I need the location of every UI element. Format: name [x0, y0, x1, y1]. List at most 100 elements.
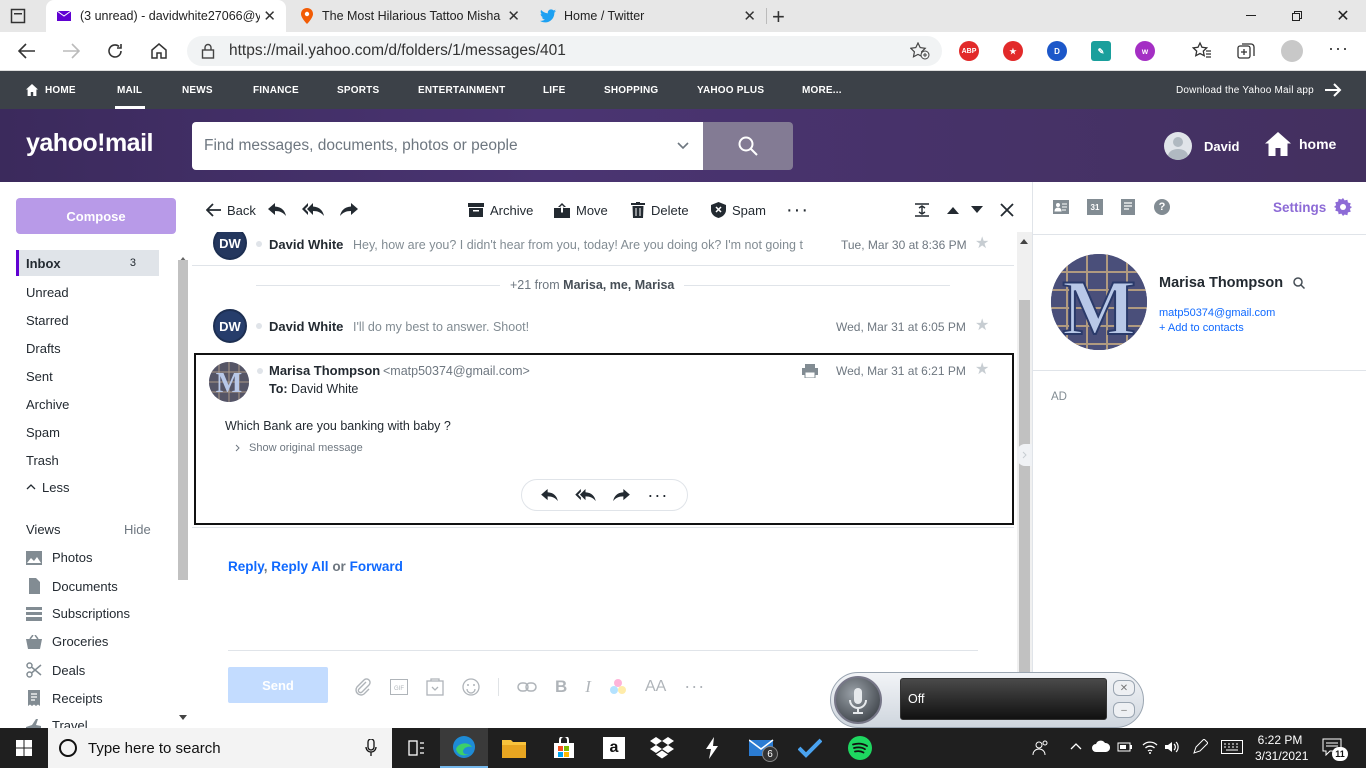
calendar-icon[interactable]: 31	[1087, 199, 1103, 215]
folder-spam[interactable]: Spam	[16, 419, 159, 445]
italic-icon[interactable]: I	[585, 677, 591, 697]
yahoo-mail-logo[interactable]: yahoo!mail	[26, 129, 153, 158]
clock[interactable]: 6:22 PM 3/31/2021	[1255, 732, 1308, 764]
user-menu[interactable]: David	[1164, 132, 1239, 160]
people-icon[interactable]	[1032, 739, 1050, 757]
nav-mail[interactable]: MAIL	[117, 71, 142, 109]
store-icon[interactable]	[540, 728, 588, 768]
font-size-icon[interactable]: AA	[645, 678, 666, 696]
adblock-extension-icon[interactable]: ABP	[959, 41, 979, 61]
folder-starred[interactable]: Starred	[16, 307, 159, 333]
more-menu-icon[interactable]: ···	[1328, 38, 1349, 59]
view-receipts[interactable]: Receipts	[26, 690, 103, 706]
star-icon[interactable]: ★	[975, 359, 989, 379]
view-deals[interactable]: Deals	[26, 662, 85, 678]
back-button[interactable]: Back	[206, 182, 256, 238]
tab-tattoo[interactable]: The Most Hilarious Tattoo Misha ✕	[290, 0, 530, 32]
reply-all-button[interactable]	[302, 182, 324, 238]
chevron-down-icon[interactable]	[677, 142, 689, 150]
profile-avatar[interactable]	[1281, 40, 1303, 62]
reply-icon[interactable]	[540, 488, 558, 502]
nav-home[interactable]: HOME	[26, 71, 76, 109]
view-travel[interactable]: Travel	[26, 718, 88, 728]
edit-extension-icon[interactable]: ✎	[1091, 41, 1111, 61]
collections-icon[interactable]	[1236, 41, 1256, 61]
send-button[interactable]: Send	[228, 667, 328, 703]
contact-email[interactable]: matp50374@gmail.com	[1159, 307, 1275, 319]
hide-views-link[interactable]: Hide	[124, 522, 151, 537]
task-view-icon[interactable]	[392, 728, 440, 768]
less-toggle[interactable]: Less	[16, 474, 159, 500]
search-button[interactable]	[703, 122, 793, 170]
tab-twitter[interactable]: Home / Twitter ✕	[530, 0, 766, 32]
favorites-icon[interactable]	[1192, 41, 1212, 61]
previous-message-icon[interactable]	[947, 182, 959, 238]
nav-sports[interactable]: SPORTS	[337, 71, 379, 109]
nav-life[interactable]: LIFE	[543, 71, 565, 109]
wifi-icon[interactable]	[1142, 739, 1158, 755]
notification-center-icon[interactable]: 11	[1322, 738, 1348, 761]
forward-icon[interactable]	[613, 488, 630, 502]
new-tab-icon[interactable]: +	[772, 4, 785, 30]
keyboard-icon[interactable]	[1221, 740, 1243, 754]
close-tab-icon[interactable]: ✕	[263, 7, 276, 25]
show-hidden-icons[interactable]	[1070, 742, 1082, 750]
nav-shopping[interactable]: SHOPPING	[604, 71, 658, 109]
reply-all-icon[interactable]	[575, 488, 596, 502]
todo-icon[interactable]	[786, 728, 834, 768]
folder-archive[interactable]: Archive	[16, 391, 159, 417]
star-extension-icon[interactable]: ★	[1003, 41, 1023, 61]
folder-inbox[interactable]: Inbox 3	[16, 250, 159, 276]
back-arrow-icon[interactable]	[10, 32, 44, 70]
reply-link[interactable]: Reply	[228, 559, 264, 574]
notepad-icon[interactable]	[1121, 199, 1135, 215]
color-palette-icon[interactable]	[609, 678, 627, 696]
folder-unread[interactable]: Unread	[16, 279, 159, 305]
view-subscriptions[interactable]: Subscriptions	[26, 606, 130, 621]
nav-finance[interactable]: FINANCE	[253, 71, 299, 109]
link-icon[interactable]	[517, 681, 537, 693]
nav-more[interactable]: MORE...	[802, 71, 842, 109]
home-icon[interactable]	[142, 32, 176, 70]
file-explorer-icon[interactable]	[490, 728, 538, 768]
move-button[interactable]: Move	[554, 182, 608, 238]
more-actions-icon[interactable]: ···	[647, 485, 668, 506]
compose-button[interactable]: Compose	[16, 198, 176, 234]
emoji-icon[interactable]	[462, 677, 480, 696]
add-favorite-icon[interactable]	[910, 42, 930, 60]
gif-icon[interactable]: GIF	[390, 678, 408, 695]
forward-arrow-icon[interactable]	[54, 32, 88, 70]
stationery-icon[interactable]	[426, 677, 444, 696]
amazon-icon[interactable]: a	[590, 728, 638, 768]
url-field[interactable]: https://mail.yahoo.com/d/folders/1/messa…	[187, 36, 942, 66]
search-input[interactable]: Find messages, documents, photos or peop…	[192, 122, 703, 170]
folder-trash[interactable]: Trash	[16, 447, 159, 473]
nav-yahoo-plus[interactable]: YAHOO PLUS	[697, 71, 764, 109]
download-app-link[interactable]: Download the Yahoo Mail app	[1176, 71, 1342, 109]
collapse-panel-handle[interactable]	[1017, 444, 1032, 466]
close-widget-icon[interactable]: ✕	[1113, 680, 1135, 696]
star-icon[interactable]: ★	[975, 233, 989, 253]
minimize-widget-icon[interactable]: –	[1113, 702, 1135, 718]
restore-icon[interactable]	[1274, 0, 1320, 32]
archive-button[interactable]: Archive	[468, 182, 533, 238]
delete-button[interactable]: Delete	[631, 182, 689, 238]
thread-message-row[interactable]: DW David White I'll do my best to answer…	[192, 306, 1014, 352]
spam-button[interactable]: Spam	[711, 182, 766, 238]
collapsed-messages-toggle[interactable]: +21 from Marisa, me, Marisa	[500, 278, 685, 292]
d-extension-icon[interactable]: D	[1047, 41, 1067, 61]
more-actions-icon[interactable]: ···	[786, 182, 809, 238]
onedrive-icon[interactable]	[1092, 740, 1110, 752]
attachment-icon[interactable]	[354, 677, 372, 696]
help-icon[interactable]: ?	[1154, 199, 1170, 215]
windows-start-icon[interactable]	[0, 728, 48, 768]
battery-icon[interactable]	[1117, 740, 1133, 754]
message-scrollbar[interactable]	[1017, 232, 1032, 728]
add-to-contacts-link[interactable]: + Add to contacts	[1159, 322, 1244, 334]
nav-entertainment[interactable]: ENTERTAINMENT	[418, 71, 505, 109]
sidebar-scrollbar[interactable]	[177, 257, 188, 722]
reply-all-link[interactable]: Reply All	[271, 559, 328, 574]
settings-button[interactable]: Settings	[1273, 198, 1353, 216]
next-message-icon[interactable]	[971, 182, 983, 238]
close-window-icon[interactable]: ✕	[1320, 0, 1366, 32]
